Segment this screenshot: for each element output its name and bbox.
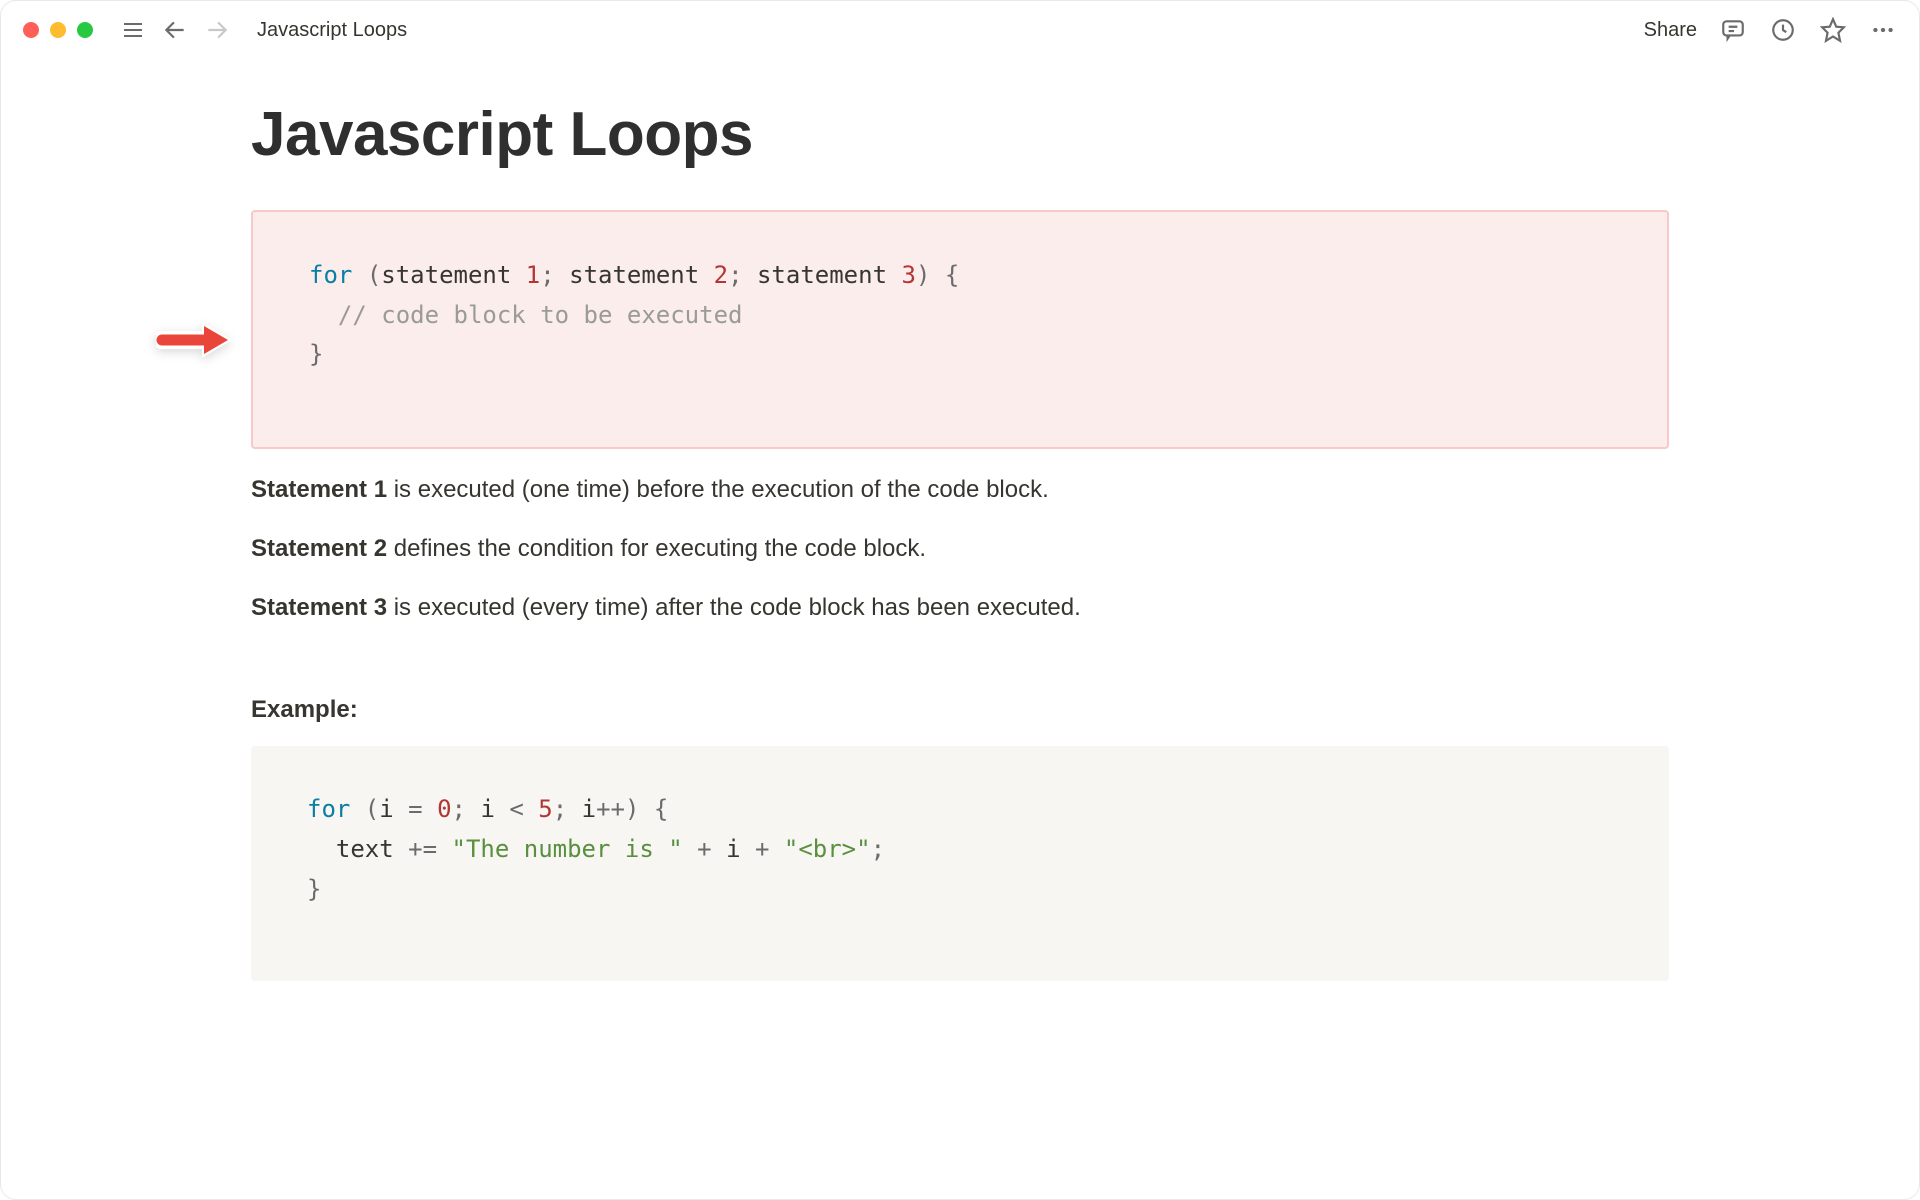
code-token: = [408, 795, 437, 823]
toolbar-left: Javascript Loops [119, 16, 407, 44]
code-token: i [582, 795, 596, 823]
code-token: ; [871, 835, 885, 863]
code-token: ( [350, 795, 379, 823]
toolbar-right: Share [1644, 16, 1897, 44]
code-token: 3 [901, 261, 915, 289]
code-token: "<br>" [784, 835, 871, 863]
code-block-2[interactable]: for (i = 0; i < 5; i++) { text += "The n… [251, 746, 1669, 981]
code-token [307, 835, 336, 863]
paragraph-text: is executed (one time) before the execut… [387, 476, 1049, 503]
code-token: + [741, 835, 784, 863]
paragraph-strong: Statement 1 [251, 476, 387, 503]
code-token: 5 [538, 795, 552, 823]
paragraph-strong: Statement 2 [251, 535, 387, 562]
code-token: ( [367, 261, 381, 289]
code-token: { [639, 795, 668, 823]
example-heading[interactable]: Example: [251, 696, 1669, 724]
code-token: += [408, 835, 451, 863]
menu-icon[interactable] [119, 16, 147, 44]
code-token: text [336, 835, 408, 863]
code-token: for [309, 261, 352, 289]
code-token: i [379, 795, 408, 823]
code-token: ) [625, 795, 639, 823]
code-token: { [930, 261, 959, 289]
breadcrumb[interactable]: Javascript Loops [257, 19, 407, 42]
code-token: i [726, 835, 740, 863]
code-block-1[interactable]: for (statement 1; statement 2; statement… [251, 210, 1669, 449]
paragraph-3[interactable]: Statement 3 is executed (every time) aft… [251, 589, 1669, 626]
code-token: statement [757, 261, 902, 289]
page-content: Javascript Loops for (statement 1; state… [1, 59, 1919, 1041]
highlight-arrow-icon [156, 320, 236, 360]
maximize-window-button[interactable] [77, 22, 93, 38]
app-window: Javascript Loops Share Javascript Loops [0, 0, 1920, 1200]
code-token: statement [569, 261, 714, 289]
code-token: 2 [714, 261, 728, 289]
code-token: for [307, 795, 350, 823]
paragraph-strong: Statement 3 [251, 594, 387, 621]
comments-icon[interactable] [1719, 16, 1747, 44]
code-token: ; [728, 261, 757, 289]
favorite-icon[interactable] [1819, 16, 1847, 44]
paragraph-text: defines the condition for executing the … [387, 535, 926, 562]
titlebar: Javascript Loops Share [1, 1, 1919, 59]
updates-icon[interactable] [1769, 16, 1797, 44]
code-token: 1 [526, 261, 540, 289]
code-token: // code block to be executed [309, 301, 742, 329]
code-token: ) [916, 261, 930, 289]
code-token: ; [553, 795, 582, 823]
code-token: < [509, 795, 538, 823]
code-token: ++ [596, 795, 625, 823]
code-token: + [683, 835, 726, 863]
code-token: } [307, 875, 321, 903]
forward-icon[interactable] [203, 16, 231, 44]
code-token: ; [540, 261, 569, 289]
close-window-button[interactable] [23, 22, 39, 38]
paragraph-text: is executed (every time) after the code … [387, 594, 1081, 621]
minimize-window-button[interactable] [50, 22, 66, 38]
code-token: 0 [437, 795, 451, 823]
page-title[interactable]: Javascript Loops [251, 99, 1669, 170]
more-icon[interactable] [1869, 16, 1897, 44]
window-controls [23, 22, 93, 38]
share-button[interactable]: Share [1644, 19, 1697, 42]
paragraph-1[interactable]: Statement 1 is executed (one time) befor… [251, 471, 1669, 508]
code-token: i [480, 795, 509, 823]
code-block-wrapper-1: for (statement 1; statement 2; statement… [251, 210, 1669, 449]
back-icon[interactable] [161, 16, 189, 44]
code-token: } [309, 340, 323, 368]
code-token: ; [452, 795, 481, 823]
code-token: "The number is " [452, 835, 683, 863]
paragraph-2[interactable]: Statement 2 defines the condition for ex… [251, 530, 1669, 567]
code-token: statement [381, 261, 526, 289]
